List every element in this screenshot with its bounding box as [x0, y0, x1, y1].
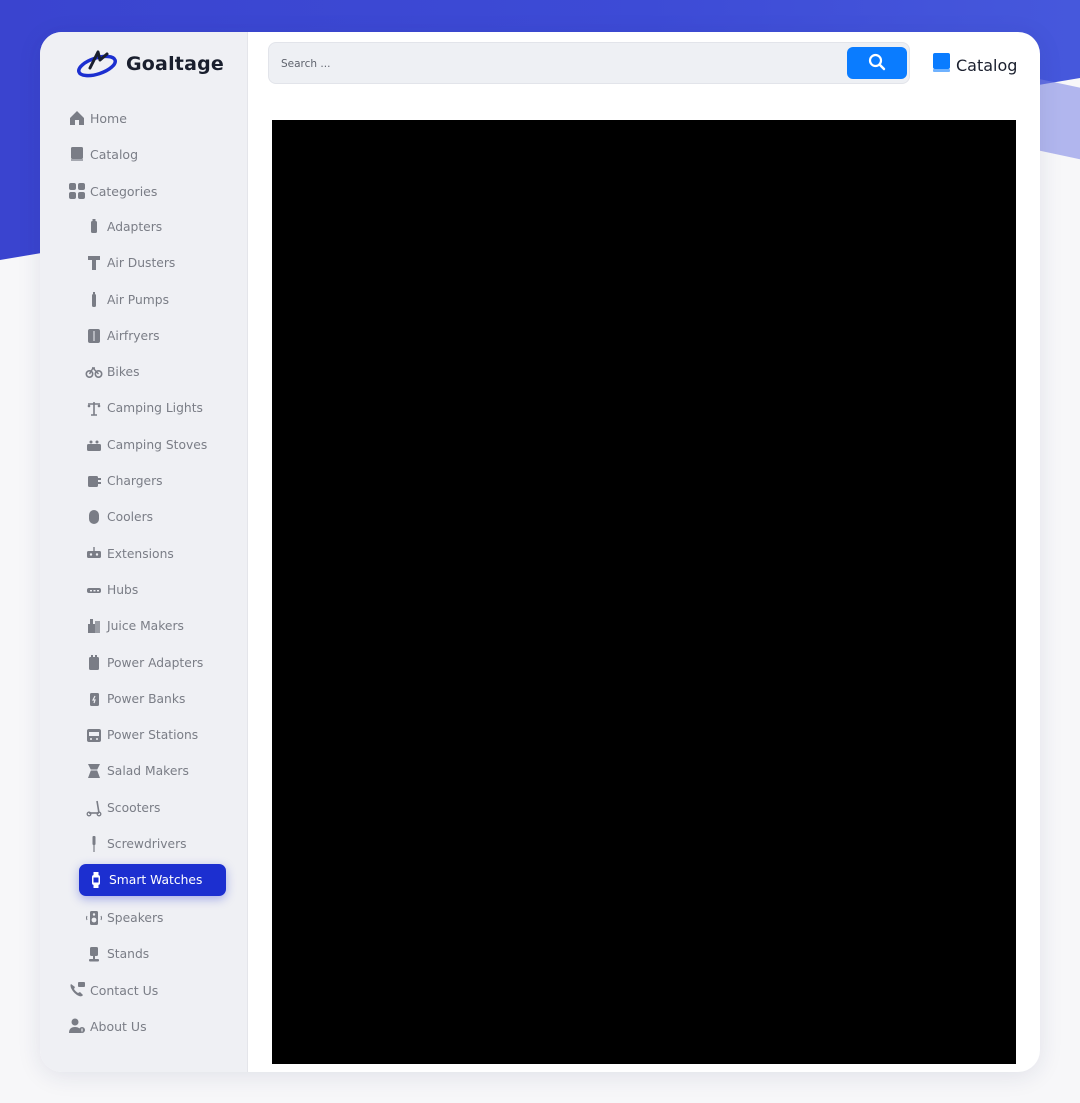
sidebar-item-power-banks[interactable]: Power Banks: [85, 686, 185, 712]
sidebar-item-power-adapters[interactable]: Power Adapters: [85, 650, 203, 676]
sidebar-item-label: Scooters: [107, 801, 161, 815]
airfryer-icon: [85, 327, 103, 345]
sidebar-item-label: Airfryers: [107, 329, 160, 343]
charger-icon: [85, 472, 103, 490]
sidebar-item-contact-us[interactable]: Contact Us: [68, 977, 158, 1003]
sidebar-item-hubs[interactable]: Hubs: [85, 577, 138, 603]
sidebar-item-camping-lights[interactable]: Camping Lights: [85, 395, 203, 421]
hub-icon: [85, 581, 103, 599]
sidebar-item-coolers[interactable]: Coolers: [85, 504, 153, 530]
home-icon: [68, 109, 86, 127]
book-icon: [932, 52, 952, 78]
search-button[interactable]: [847, 47, 907, 79]
air-pump-icon: [85, 291, 103, 309]
sidebar-item-label: Bikes: [107, 365, 140, 379]
sidebar-item-camping-stoves[interactable]: Camping Stoves: [85, 432, 207, 458]
stand-icon: [85, 945, 103, 963]
sidebar-item-label: Power Stations: [107, 728, 199, 742]
sidebar-item-juice-makers[interactable]: Juice Makers: [85, 613, 184, 639]
sidebar-item-stands[interactable]: Stands: [85, 941, 149, 967]
sidebar-item-label: Camping Lights: [107, 401, 203, 415]
power-bank-icon: [85, 690, 103, 708]
camping-stove-icon: [85, 436, 103, 454]
grid-icon: [68, 182, 86, 200]
sidebar-item-label: Coolers: [107, 510, 154, 524]
sidebar-item-label: Stands: [107, 947, 150, 961]
header-catalog-link[interactable]: Catalog: [932, 52, 1017, 78]
sidebar-item-speakers[interactable]: Speakers: [85, 905, 163, 931]
sidebar-item-screwdrivers[interactable]: Screwdrivers: [85, 831, 187, 857]
sidebar-item-label: About Us: [90, 1018, 147, 1034]
scooter-icon: [85, 799, 103, 817]
sidebar-item-label: Screwdrivers: [107, 837, 187, 851]
sidebar-item-extensions[interactable]: Extensions: [85, 541, 174, 567]
brand-logo[interactable]: Goaltage: [76, 46, 224, 82]
power-adapter-icon: [85, 654, 103, 672]
sidebar-item-bikes[interactable]: Bikes: [85, 359, 140, 385]
sidebar-item-label: Chargers: [107, 474, 163, 488]
sidebar-item-label: Home: [90, 110, 127, 126]
sidebar-item-label: Contact Us: [90, 982, 159, 998]
camping-light-icon: [85, 399, 103, 417]
search-input[interactable]: [281, 53, 841, 75]
sidebar-item-airfryers[interactable]: Airfryers: [85, 323, 160, 349]
bike-icon: [85, 363, 103, 381]
search-bar: [268, 42, 910, 84]
sidebar-item-about-us[interactable]: About Us: [68, 1013, 147, 1039]
search-icon: [868, 53, 886, 74]
product-viewer[interactable]: [272, 120, 1016, 1064]
sidebar-item-smart-watches[interactable]: Smart Watches: [79, 864, 226, 896]
sidebar-item-label: Adapters: [107, 220, 163, 234]
sidebar-item-air-pumps[interactable]: Air Pumps: [85, 287, 169, 313]
sidebar-item-label: Smart Watches: [109, 873, 203, 887]
speaker-icon: [85, 909, 103, 927]
power-station-icon: [85, 726, 103, 744]
air-duster-icon: [85, 254, 103, 272]
sidebar-item-salad-makers[interactable]: Salad Makers: [85, 758, 189, 784]
juice-maker-icon: [85, 617, 103, 635]
sidebar-item-label: Camping Stoves: [107, 438, 208, 452]
sidebar: Goaltage Home Catalog Categories Adapters Ai…: [40, 32, 248, 1072]
contact-icon: [68, 981, 86, 999]
app-card: Goaltage Home Catalog Categories Adapters Ai…: [40, 32, 1040, 1072]
sidebar-item-label: Juice Makers: [107, 619, 184, 633]
sidebar-item-catalog[interactable]: Catalog: [68, 141, 138, 167]
sidebar-item-label: Catalog: [90, 146, 139, 162]
sidebar-item-scooters[interactable]: Scooters: [85, 795, 160, 821]
sidebar-item-chargers[interactable]: Chargers: [85, 468, 163, 494]
sidebar-item-label: Power Banks: [107, 692, 186, 706]
book-icon: [68, 145, 86, 163]
screwdriver-icon: [85, 835, 103, 853]
swoosh-logo-icon: [76, 46, 122, 82]
sidebar-item-label: Hubs: [107, 583, 139, 597]
sidebar-item-label: Categories: [90, 183, 158, 199]
cooler-icon: [85, 508, 103, 526]
salad-maker-icon: [85, 762, 103, 780]
sidebar-item-categories[interactable]: Categories: [68, 178, 157, 204]
sidebar-item-label: Air Dusters: [107, 256, 176, 270]
sidebar-item-home[interactable]: Home: [68, 105, 127, 131]
sidebar-item-adapters[interactable]: Adapters: [85, 214, 162, 240]
adapter-icon: [85, 218, 103, 236]
extension-icon: [85, 545, 103, 563]
smart-watch-icon: [87, 871, 105, 889]
brand-name: Goaltage: [126, 53, 224, 75]
header-catalog-label: Catalog: [956, 55, 1018, 75]
sidebar-item-air-dusters[interactable]: Air Dusters: [85, 250, 175, 276]
sidebar-item-label: Power Adapters: [107, 656, 204, 670]
sidebar-item-label: Extensions: [107, 547, 174, 561]
sidebar-item-label: Speakers: [107, 911, 164, 925]
sidebar-item-power-stations[interactable]: Power Stations: [85, 722, 198, 748]
sidebar-item-label: Air Pumps: [107, 293, 169, 307]
sidebar-item-label: Salad Makers: [107, 764, 189, 778]
about-icon: [68, 1017, 86, 1035]
